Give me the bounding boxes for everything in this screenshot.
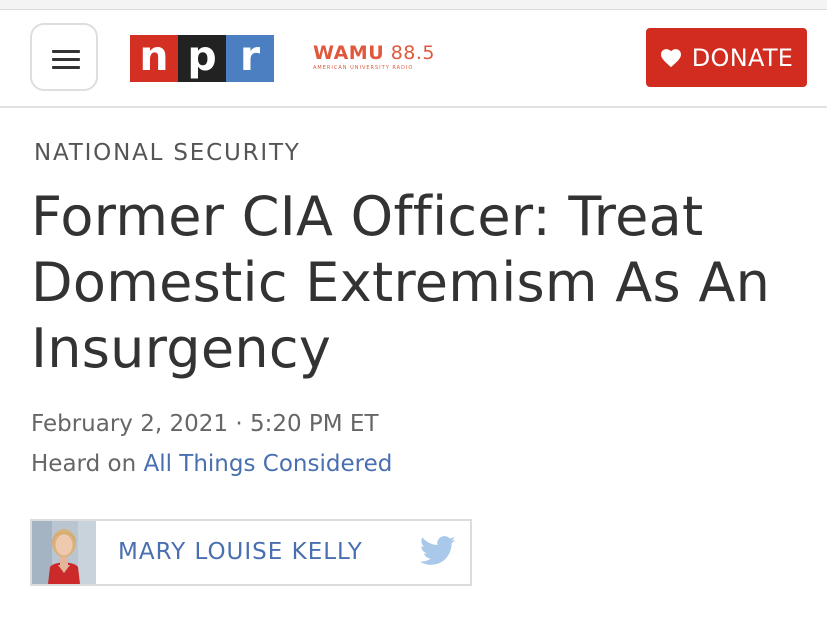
author-avatar[interactable] <box>32 521 96 584</box>
author-name[interactable]: MARY LOUISE KELLY <box>118 539 363 565</box>
program-link[interactable]: All Things Considered <box>143 451 392 477</box>
menu-button[interactable] <box>30 23 98 91</box>
hamburger-icon-bar <box>52 66 80 69</box>
author-photo <box>32 521 96 584</box>
station-name: WAMU <box>313 42 385 64</box>
article-headline: Former CIA Officer: Treat Domestic Extre… <box>31 185 771 380</box>
heard-on-prefix: Heard on <box>31 451 137 477</box>
twitter-icon[interactable] <box>420 536 456 566</box>
article-dateline: February 2, 2021 · 5:20 PM ET <box>31 411 379 437</box>
heard-on: Heard on All Things Considered <box>31 451 392 477</box>
npr-logo-n: n <box>130 35 178 82</box>
byline-card: MARY LOUISE KELLY <box>30 519 472 586</box>
npr-logo-p: p <box>178 35 226 82</box>
donate-label: DONATE <box>691 43 794 72</box>
site-header: n p r WAMU 88.5 AMERICAN UNIVERSITY RADI… <box>0 10 827 108</box>
station-logo[interactable]: WAMU 88.5 AMERICAN UNIVERSITY RADIO <box>313 43 435 72</box>
section-label[interactable]: NATIONAL SECURITY <box>34 140 301 166</box>
heart-icon <box>660 48 681 67</box>
hamburger-icon-bar <box>52 58 80 61</box>
top-rule <box>0 0 827 10</box>
station-subtitle: AMERICAN UNIVERSITY RADIO <box>313 65 414 71</box>
donate-button[interactable]: DONATE <box>646 28 807 87</box>
npr-logo[interactable]: n p r <box>130 35 274 82</box>
hamburger-icon <box>52 50 80 53</box>
station-frequency: 88.5 <box>390 42 436 64</box>
npr-logo-r: r <box>226 35 274 82</box>
